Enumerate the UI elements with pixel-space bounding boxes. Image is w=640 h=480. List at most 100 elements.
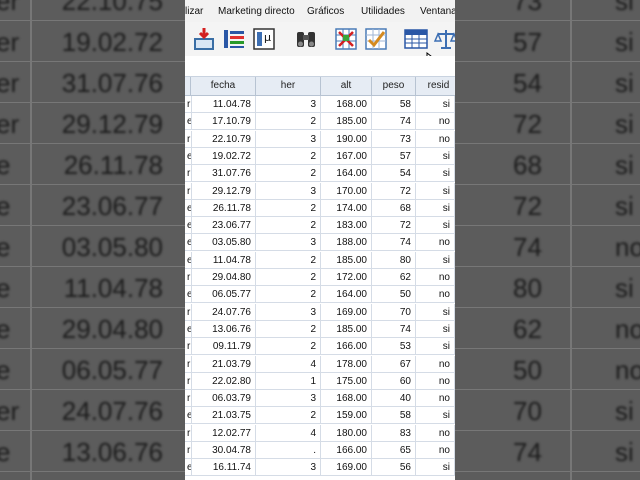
column-header-her[interactable]: her: [256, 77, 321, 96]
cell-resid[interactable]: si: [416, 96, 455, 113]
column-header-resid[interactable]: resid: [416, 77, 455, 96]
menu-analizar[interactable]: lizar: [185, 6, 203, 17]
cell-alt[interactable]: 159.00: [321, 407, 372, 425]
cell-resid[interactable]: si: [416, 459, 455, 477]
cell-her[interactable]: 3: [256, 303, 321, 321]
cell-resid[interactable]: no: [416, 390, 455, 408]
cell-peso[interactable]: 73: [372, 130, 416, 148]
cell-fecha[interactable]: 03.05.80: [191, 234, 256, 252]
column-header-alt[interactable]: alt: [321, 77, 372, 96]
cell-her[interactable]: 4: [256, 355, 321, 373]
cell-alt[interactable]: 164.00: [321, 286, 372, 304]
column-header-peso[interactable]: peso: [372, 77, 416, 96]
cell-peso[interactable]: 54: [372, 165, 416, 183]
cell-alt[interactable]: 164.00: [321, 165, 372, 183]
weight-cases-icon[interactable]: [363, 26, 389, 52]
cell-her[interactable]: 3: [256, 234, 321, 252]
cell-fecha[interactable]: 23.06.77: [191, 217, 256, 235]
cell-peso[interactable]: 70: [372, 303, 416, 321]
cell-resid[interactable]: no: [416, 442, 455, 459]
cell-her[interactable]: 1: [256, 372, 321, 390]
cell-resid[interactable]: si: [416, 147, 455, 165]
cell-peso[interactable]: 74: [372, 234, 416, 252]
cell-resid[interactable]: si: [416, 165, 455, 183]
variables-icon[interactable]: [221, 26, 247, 52]
cell-fecha[interactable]: 21.03.75: [191, 407, 256, 425]
cell-peso[interactable]: 56: [372, 459, 416, 477]
cell-resid[interactable]: si: [416, 251, 455, 269]
cell-her[interactable]: 2: [256, 269, 321, 286]
cell-alt[interactable]: 185.00: [321, 251, 372, 269]
cell-fecha[interactable]: 06.05.77: [191, 286, 256, 304]
cell-fecha[interactable]: 24.07.76: [191, 303, 256, 321]
cell-peso[interactable]: 67: [372, 355, 416, 373]
cell-peso[interactable]: 53: [372, 338, 416, 356]
cell-alt[interactable]: 178.00: [321, 355, 372, 373]
cell-alt[interactable]: 168.00: [321, 96, 372, 113]
cell-fecha[interactable]: 11.04.78: [191, 251, 256, 269]
cell-alt[interactable]: 185.00: [321, 113, 372, 131]
cell-alt[interactable]: 188.00: [321, 234, 372, 252]
find-icon[interactable]: [293, 26, 319, 52]
cell-peso[interactable]: 74: [372, 320, 416, 338]
cell-her[interactable]: 3: [256, 390, 321, 408]
cell-peso[interactable]: 72: [372, 217, 416, 235]
menu-graficos[interactable]: Gráficos: [307, 6, 344, 17]
cell-peso[interactable]: 60: [372, 372, 416, 390]
cell-her[interactable]: 3: [256, 130, 321, 148]
cell-resid[interactable]: no: [416, 130, 455, 148]
cell-her[interactable]: 2: [256, 251, 321, 269]
cell-fecha[interactable]: 09.11.79: [191, 338, 256, 356]
cell-her[interactable]: 2: [256, 320, 321, 338]
cell-resid[interactable]: no: [416, 372, 455, 390]
cell-peso[interactable]: 50: [372, 286, 416, 304]
cell-resid[interactable]: no: [416, 113, 455, 131]
cell-her[interactable]: 2: [256, 217, 321, 235]
cell-fecha[interactable]: 17.10.79: [191, 113, 256, 131]
cell-fecha[interactable]: 22.02.80: [191, 372, 256, 390]
cell-peso[interactable]: 58: [372, 96, 416, 113]
cell-her[interactable]: 4: [256, 424, 321, 442]
cell-fecha[interactable]: 11.04.78: [191, 96, 256, 113]
cell-fecha[interactable]: 29.04.80: [191, 269, 256, 286]
cell-resid[interactable]: no: [416, 355, 455, 373]
cell-fecha[interactable]: 16.11.74: [191, 459, 256, 477]
cell-alt[interactable]: 169.00: [321, 459, 372, 477]
cell-peso[interactable]: 72: [372, 182, 416, 200]
cell-alt[interactable]: 166.00: [321, 338, 372, 356]
cell-resid[interactable]: si: [416, 320, 455, 338]
cell-fecha[interactable]: 29.12.79: [191, 182, 256, 200]
cell-her[interactable]: 2: [256, 199, 321, 217]
cell-peso[interactable]: 62: [372, 269, 416, 286]
cell-her[interactable]: 2: [256, 338, 321, 356]
cell-resid[interactable]: si: [416, 407, 455, 425]
cell-resid[interactable]: si: [416, 338, 455, 356]
cell-her[interactable]: 3: [256, 182, 321, 200]
cell-fecha[interactable]: 30.04.78: [191, 442, 256, 459]
cell-alt[interactable]: 183.00: [321, 217, 372, 235]
cell-fecha[interactable]: 06.03.79: [191, 390, 256, 408]
cell-peso[interactable]: 40: [372, 390, 416, 408]
cell-peso[interactable]: 65: [372, 442, 416, 459]
cell-her[interactable]: 3: [256, 459, 321, 477]
scales-icon[interactable]: [433, 26, 455, 52]
cell-fecha[interactable]: 12.02.77: [191, 424, 256, 442]
cell-edit-bar[interactable]: [185, 56, 455, 77]
cell-fecha[interactable]: 21.03.79: [191, 355, 256, 373]
cell-resid[interactable]: no: [416, 424, 455, 442]
data-grid-icon[interactable]: [403, 26, 429, 52]
cell-resid[interactable]: si: [416, 199, 455, 217]
cell-fecha[interactable]: 13.06.76: [191, 320, 256, 338]
import-data-icon[interactable]: [191, 26, 217, 52]
cell-her[interactable]: 2: [256, 286, 321, 304]
cell-her[interactable]: 2: [256, 113, 321, 131]
cell-fecha[interactable]: 19.02.72: [191, 147, 256, 165]
cell-her[interactable]: 2: [256, 165, 321, 183]
cell-alt[interactable]: 185.00: [321, 320, 372, 338]
cell-her[interactable]: 2: [256, 147, 321, 165]
cell-resid[interactable]: no: [416, 269, 455, 286]
menu-utilidades[interactable]: Utilidades: [361, 6, 405, 17]
cell-resid[interactable]: si: [416, 303, 455, 321]
select-cases-icon[interactable]: [333, 26, 359, 52]
cell-peso[interactable]: 80: [372, 251, 416, 269]
